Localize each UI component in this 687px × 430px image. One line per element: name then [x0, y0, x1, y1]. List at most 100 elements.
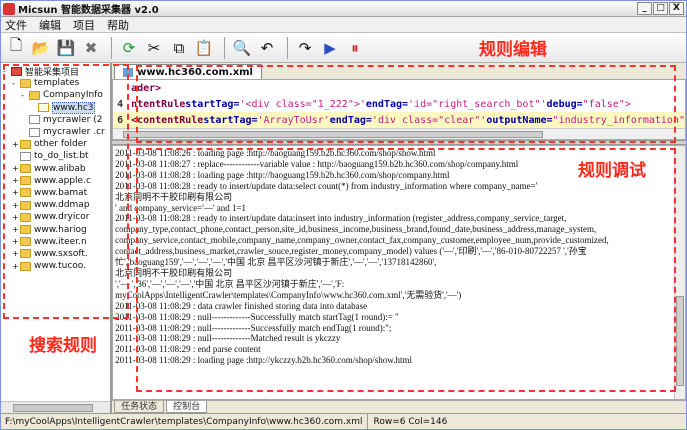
tree-item-label: www.dryicor: [34, 212, 90, 223]
new-file-icon[interactable]: 🗋: [5, 36, 27, 59]
open-folder-icon[interactable]: 📂: [30, 37, 52, 59]
status-cursor-position: Row=6 Col=146: [373, 416, 448, 427]
tab-www-hc360-xml[interactable]: www.hc360.com.xml: [114, 64, 262, 79]
folder-icon: [20, 225, 31, 235]
scroll-thumb[interactable]: [676, 296, 684, 386]
tree-item[interactable]: - templates: [3, 77, 108, 89]
folder-icon: [20, 78, 31, 88]
toolbar-separator: [287, 36, 288, 59]
tree-toggle[interactable]: +: [12, 188, 20, 197]
tree-toggle[interactable]: +: [12, 176, 20, 185]
maximize-button[interactable]: □: [653, 2, 668, 15]
tree-item[interactable]: + www.sxsoft.: [3, 248, 108, 260]
log-line: 2011-03-08 11:08:29 : loading page :http…: [115, 355, 412, 366]
log-line: 忙','baoguang159','—','—','—','中国 北京 昌平区沙…: [115, 257, 437, 268]
menu-file[interactable]: 文件: [5, 17, 27, 33]
folder-icon: [20, 164, 31, 174]
scroll-thumb[interactable]: [13, 404, 93, 412]
code-token: 'div class="clear"': [371, 114, 487, 126]
tree-toggle[interactable]: -: [3, 67, 11, 76]
tree-item-label: www.sxsoft.: [34, 248, 88, 259]
tree-item[interactable]: to_do_list.bt: [3, 150, 108, 162]
code-token: endTag=: [329, 114, 372, 126]
tree-item[interactable]: + www.iteer.n: [3, 236, 108, 248]
tree-item[interactable]: + www.tucoo.: [3, 260, 108, 272]
minimize-button[interactable]: _: [637, 2, 652, 15]
find-icon[interactable]: 🔍: [231, 37, 253, 59]
refresh-icon[interactable]: ⟳: [118, 37, 140, 59]
paste-icon[interactable]: 📋: [193, 37, 215, 59]
tree-item-label: www.iteer.n: [34, 236, 87, 247]
console-vertical-scrollbar[interactable]: [674, 146, 685, 399]
tree-item-label: www.apple.c: [34, 175, 91, 186]
tab-console[interactable]: 控制台: [166, 401, 208, 413]
menu-help[interactable]: 帮助: [107, 17, 129, 33]
log-line: 2011-03-08 11:08:28 : ready to insert/up…: [115, 213, 567, 224]
delete-icon[interactable]: ✖: [80, 37, 102, 59]
tree-toggle[interactable]: -: [12, 79, 20, 88]
folder-icon: [20, 212, 31, 222]
code-token: <contentRule: [131, 114, 204, 126]
tree-toggle[interactable]: +: [12, 249, 20, 258]
tree-item[interactable]: + www.apple.c: [3, 175, 108, 187]
tree-item[interactable]: www.hc3: [3, 101, 108, 114]
project-tree-panel: - 智能采集项目 - templates - CompanyInfo www.hc3 mycr…: [1, 63, 113, 413]
code-token: 'ArrayToUsr': [257, 114, 330, 126]
folder-icon: [20, 188, 31, 198]
tree-item[interactable]: + www.bamat: [3, 187, 108, 199]
tree-item[interactable]: + www.hariog: [3, 223, 108, 235]
tree-item[interactable]: + www.alibab: [3, 163, 108, 175]
menu-bar: 文件 编辑 项目 帮助: [1, 17, 686, 33]
editor-tabbar: www.hc360.com.xml: [112, 63, 686, 79]
menu-edit[interactable]: 编辑: [39, 17, 61, 33]
tree-toggle[interactable]: +: [12, 237, 20, 246]
toolbar-separator: [224, 36, 225, 59]
tree-item-label: www.tucoo.: [34, 261, 87, 272]
file-icon: [29, 127, 40, 137]
code-token: startTag=: [203, 114, 258, 126]
tree-item-label: templates: [34, 78, 80, 89]
tree-toggle[interactable]: +: [12, 225, 20, 234]
status-file-path: F:\myCoolApps\IntelligentCrawler\templat…: [1, 414, 368, 429]
editor-horizontal-scrollbar[interactable]: [113, 128, 685, 139]
run-icon[interactable]: ▶: [319, 37, 341, 59]
menu-project[interactable]: 项目: [73, 17, 95, 33]
tree-item[interactable]: + www.dryicor: [3, 211, 108, 223]
tree-toggle[interactable]: +: [12, 140, 20, 149]
tree-item[interactable]: mycrawler .cr: [3, 126, 108, 138]
code-line[interactable]: 4 ntentRule startTag= '<div class="1_222">…: [113, 96, 685, 112]
scroll-thumb[interactable]: [123, 131, 544, 138]
save-icon[interactable]: 💾: [55, 37, 77, 59]
tab-task-status[interactable]: 任务状态: [114, 401, 165, 413]
undo-icon[interactable]: ↶: [256, 37, 278, 59]
stop-icon[interactable]: ⏸: [344, 37, 366, 59]
tree-item-label: 智能采集项目: [25, 67, 80, 78]
tree-item[interactable]: + other folder: [3, 138, 108, 150]
tree-toggle[interactable]: +: [12, 164, 20, 173]
tree-item[interactable]: - 智能采集项目: [3, 65, 108, 78]
log-line: contact_address,business_market,crawler_…: [115, 246, 587, 257]
tree-toggle[interactable]: -: [21, 91, 29, 100]
tree-horizontal-scrollbar[interactable]: [1, 401, 111, 413]
tree-item-label: www.hc3: [52, 101, 95, 114]
line-number: 6: [117, 114, 124, 126]
code-line[interactable]: ader>: [113, 80, 685, 96]
code-editor[interactable]: ader> 4 ntentRule startTag= '<div class="1_…: [112, 79, 686, 140]
cut-icon[interactable]: ✂: [143, 37, 165, 59]
tree-item[interactable]: mycrawler (2: [3, 114, 108, 126]
tree-toggle[interactable]: +: [12, 262, 20, 271]
code-token: debug=: [546, 98, 583, 110]
tree-toggle[interactable]: +: [12, 213, 20, 222]
code-token: ntentRule: [131, 98, 186, 110]
code-token: "industry_information": [552, 114, 685, 126]
close-button[interactable]: X: [669, 2, 684, 15]
tree-item[interactable]: + www.ddmap: [3, 199, 108, 211]
redo-icon[interactable]: ↷: [294, 37, 316, 59]
code-line[interactable]: 6 <contentRule startTag= 'ArrayToUsr' endT…: [113, 112, 685, 128]
copy-icon[interactable]: ⧉: [168, 37, 190, 59]
tab-label: www.hc360.com.xml: [137, 66, 253, 78]
file-icon: [20, 151, 31, 161]
tree-item[interactable]: - CompanyInfo: [3, 89, 108, 101]
tree-toggle[interactable]: +: [12, 201, 20, 210]
code-token: 'id="right_search_bot"': [408, 98, 547, 110]
